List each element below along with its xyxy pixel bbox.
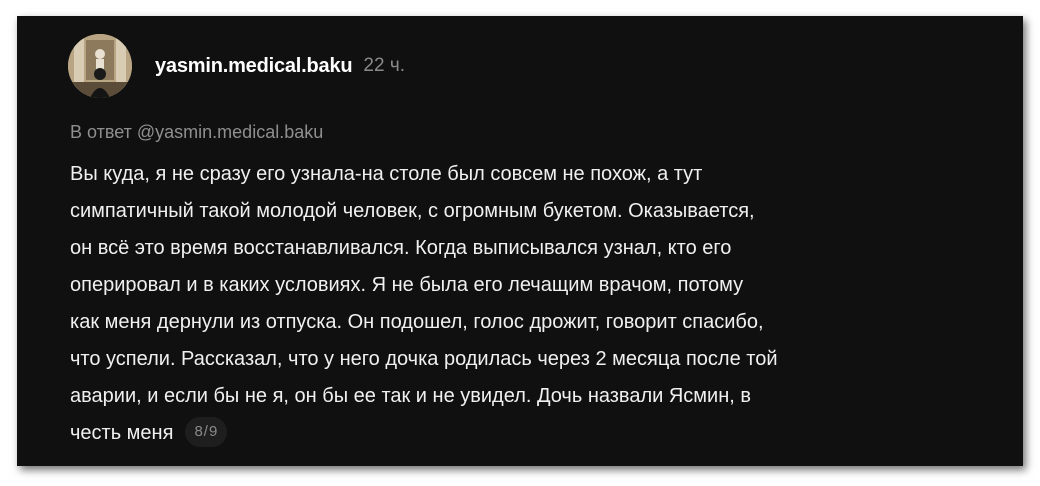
username-link[interactable]: yasmin.medical.baku xyxy=(155,55,353,78)
comment-text: Вы куда, я не сразу его узнала-на столе … xyxy=(70,156,1005,452)
comment-line: Вы куда, я не сразу его узнала-на столе … xyxy=(70,163,703,185)
page-indicator-badge: 8/9 xyxy=(185,416,228,447)
comment-line: как меня дернули из отпуска. Он подошел,… xyxy=(70,311,764,333)
profile-avatar-icon xyxy=(68,34,132,98)
comment-line: аварии, и если бы не я, он бы ее так и н… xyxy=(70,385,752,407)
reply-to-label[interactable]: В ответ @yasmin.medical.baku xyxy=(70,122,323,143)
comment-line: он всё это время восстанавливался. Когда… xyxy=(70,237,732,259)
comment-line: что успели. Рассказал, что у него дочка … xyxy=(70,348,778,370)
comment-card: yasmin.medical.baku 22 ч. В ответ @yasmi… xyxy=(17,16,1023,466)
avatar[interactable] xyxy=(68,34,132,98)
comment-line-last: честь меня 8/9 xyxy=(70,415,1005,452)
comment-line-text: честь меня xyxy=(70,422,174,444)
comment-header: yasmin.medical.baku 22 ч. xyxy=(68,34,405,98)
comment-line: оперировал и в каких условиях. Я не была… xyxy=(70,274,744,296)
comment-line: симпатичный такой молодой человек, с огр… xyxy=(70,200,755,222)
post-timestamp[interactable]: 22 ч. xyxy=(363,55,405,77)
